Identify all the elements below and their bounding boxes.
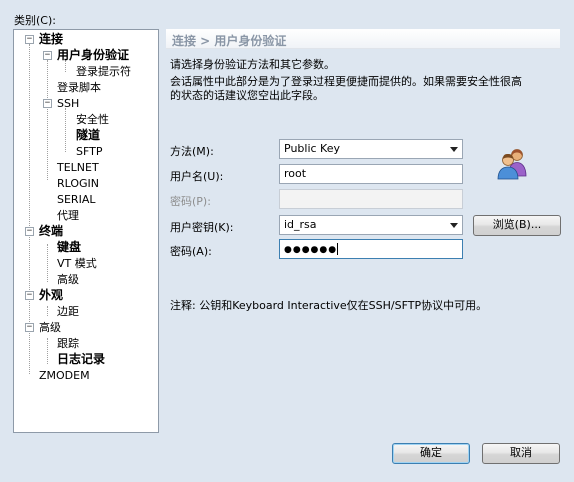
tree-item-zmodem[interactable]: ZMODEM	[39, 369, 90, 382]
browse-button[interactable]: 浏览(B)...	[473, 215, 561, 236]
tree-item-tunneling[interactable]: 隧道	[76, 129, 100, 142]
tree-item-advanced[interactable]: 高级	[39, 321, 61, 334]
username-value: root	[284, 167, 307, 180]
passphrase-label: 密码(A):	[170, 245, 212, 258]
tree-item-keyboard[interactable]: 键盘	[57, 241, 81, 254]
tree-item-telnet[interactable]: TELNET	[57, 161, 99, 174]
expander-connection[interactable]: −	[25, 35, 34, 44]
tree-item-terminal-advanced[interactable]: 高级	[57, 273, 79, 286]
tree-item-connection[interactable]: 连接	[39, 33, 63, 46]
description-line-1: 请选择身份验证方法和其它参数。	[170, 58, 335, 71]
tree-item-appearance[interactable]: 外观	[39, 289, 63, 302]
expander-terminal[interactable]: −	[25, 227, 34, 236]
password-label: 密码(P):	[170, 195, 211, 208]
tree-item-logging[interactable]: 日志记录	[57, 353, 105, 366]
user-key-value: id_rsa	[284, 218, 317, 231]
tree-item-sftp[interactable]: SFTP	[76, 145, 102, 158]
tree-item-authentication[interactable]: 用户身份验证	[57, 49, 129, 62]
password-field[interactable]	[279, 189, 463, 209]
description-line-3: 的状态的话建议您空出此字段。	[170, 89, 324, 102]
category-label: 类别(C):	[14, 14, 56, 27]
user-key-select[interactable]: id_rsa	[279, 215, 463, 235]
ok-button[interactable]: 确定	[392, 443, 470, 464]
expander-ssh[interactable]: −	[43, 99, 52, 108]
expander-advanced[interactable]: −	[25, 323, 34, 332]
username-label: 用户名(U):	[170, 170, 224, 183]
username-field[interactable]: root	[279, 164, 463, 184]
text-caret	[337, 243, 339, 255]
tree-item-margin[interactable]: 边距	[57, 305, 79, 318]
tree-item-serial[interactable]: SERIAL	[57, 193, 95, 206]
category-tree[interactable]: − 连接 − 用户身份验证 登录提示符 登录脚本 − SSH 安全性 隧道 SF…	[13, 29, 159, 433]
cancel-button[interactable]: 取消	[482, 443, 560, 464]
passphrase-value: ●●●●●●	[284, 245, 338, 255]
passphrase-field[interactable]: ●●●●●●	[279, 239, 463, 259]
users-icon	[496, 146, 530, 180]
method-label: 方法(M):	[170, 145, 214, 158]
tree-item-security[interactable]: 安全性	[76, 113, 109, 126]
tree-item-terminal[interactable]: 终端	[39, 225, 63, 238]
tree-item-vt-mode[interactable]: VT 模式	[57, 257, 97, 270]
tree-item-trace[interactable]: 跟踪	[57, 337, 79, 350]
expander-appearance[interactable]: −	[25, 291, 34, 300]
section-header: 连接 > 用户身份验证	[166, 29, 560, 49]
expander-authentication[interactable]: −	[43, 51, 52, 60]
tree-item-login-script[interactable]: 登录脚本	[57, 81, 101, 94]
tree-item-proxy[interactable]: 代理	[57, 209, 79, 222]
user-key-label: 用户密钥(K):	[170, 221, 234, 234]
tree-item-ssh[interactable]: SSH	[57, 97, 79, 110]
tree-item-rlogin[interactable]: RLOGIN	[57, 177, 99, 190]
method-select[interactable]: Public Key	[279, 139, 463, 159]
method-select-value: Public Key	[284, 142, 340, 155]
tree-item-login-prompts[interactable]: 登录提示符	[76, 65, 131, 78]
note-text: 注释: 公钥和Keyboard Interactive仅在SSH/SFTP协议中…	[170, 299, 488, 312]
